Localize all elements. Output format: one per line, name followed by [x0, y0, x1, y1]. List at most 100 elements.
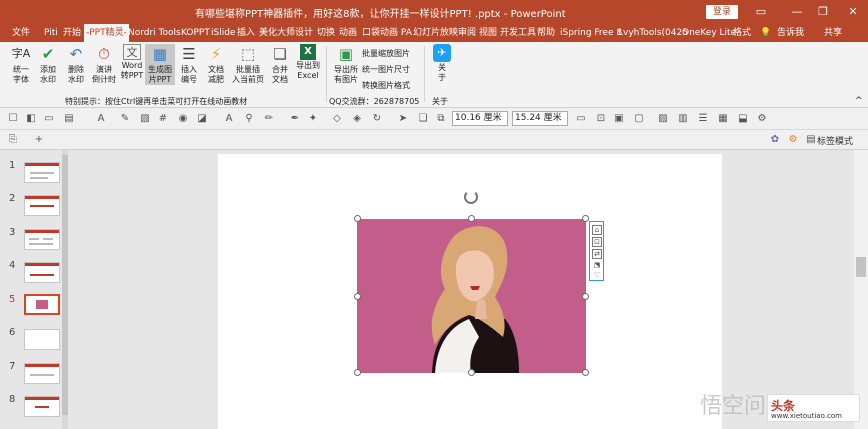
circle-icon[interactable]: ◉	[176, 112, 190, 126]
slide-thumbnail[interactable]	[24, 396, 60, 417]
maximize-button[interactable]: ❐	[806, 0, 840, 24]
tab-developer[interactable]: 开发工具	[498, 24, 538, 42]
resize-handle[interactable]	[582, 369, 589, 376]
tab-lvyhtools[interactable]: LvyhTools(0425	[616, 24, 690, 42]
resize-handle[interactable]	[354, 369, 361, 376]
slide-thumbnail[interactable]	[24, 195, 60, 216]
resize-handle[interactable]	[468, 369, 475, 376]
resize-handle[interactable]	[468, 215, 475, 222]
rotate-icon[interactable]: ↻	[370, 112, 384, 126]
countdown-button[interactable]: ⏱ 演讲 倒计时	[89, 44, 119, 85]
layers-icon[interactable]: ❏	[416, 112, 430, 126]
batch-insert-button[interactable]: ⬚ 批量插 入当前页	[230, 44, 266, 85]
unify-font-button[interactable]: 字A 统一 字体	[6, 44, 36, 85]
shape-icon[interactable]: ◇	[330, 112, 344, 126]
plus-icon[interactable]: +	[32, 133, 46, 147]
tab-onekey[interactable]: OneKey Lite	[680, 24, 738, 42]
merge-doc-button[interactable]: ❏ 合并 文档	[265, 44, 295, 85]
batch-zoom-button[interactable]: 批量缩放图片	[362, 48, 410, 59]
slim-document-button[interactable]: ⚡ 文档 减肥	[201, 44, 231, 85]
thumbnail-scrollbar-thumb[interactable]	[62, 155, 68, 415]
order-icon[interactable]: ⬓	[736, 112, 750, 126]
remove-watermark-button[interactable]: ↶ 删除 水印	[61, 44, 91, 85]
width-input[interactable]: 10.16 厘米	[452, 111, 508, 126]
tool-icon[interactable]: ◧	[24, 112, 38, 126]
slide-thumbnail[interactable]	[24, 229, 60, 250]
tab-islide[interactable]: iSlide	[209, 24, 237, 42]
tab-piti[interactable]: Piti	[42, 24, 60, 42]
tab-meihua[interactable]: 美化大师	[257, 24, 297, 42]
resize-handle[interactable]	[582, 293, 589, 300]
tab-file[interactable]: 文件	[10, 24, 32, 42]
lock-ratio-icon[interactable]: ▭	[574, 112, 588, 126]
tab-ppt-jingling[interactable]: -PPT精灵-	[84, 24, 129, 42]
resize-handle[interactable]	[582, 215, 589, 222]
line-color-icon[interactable]: ✏	[262, 112, 276, 126]
tab-home[interactable]: 开始	[61, 24, 83, 42]
close-button[interactable]: ✕	[836, 0, 868, 24]
share-button[interactable]: 共享	[822, 24, 844, 42]
collapse-ribbon-icon[interactable]: ^	[855, 96, 863, 106]
tab-animations[interactable]: 动画	[337, 24, 359, 42]
shape2-icon[interactable]: ◈	[350, 112, 364, 126]
slide-thumbnail[interactable]	[24, 262, 60, 283]
resize-handle[interactable]	[354, 215, 361, 222]
pen-icon[interactable]: ✒	[288, 112, 302, 126]
tab-slideshow[interactable]: 幻灯片放映	[411, 24, 460, 42]
heart-icon[interactable]: ♡	[592, 271, 602, 281]
tab-design[interactable]: 设计	[293, 24, 315, 42]
slide-thumbnail[interactable]	[24, 162, 60, 183]
height-input[interactable]: 15.24 厘米	[512, 111, 568, 126]
crop-icon[interactable]: ⊡	[592, 237, 602, 247]
tab-insert[interactable]: 插入	[235, 24, 257, 42]
tab-format[interactable]: 格式	[731, 24, 753, 42]
grid-icon[interactable]: #	[156, 112, 170, 126]
arrow-icon[interactable]: ➤	[396, 112, 410, 126]
tab-pocket-animation[interactable]: 口袋动画 PA	[360, 24, 414, 42]
convert-format-button[interactable]: 转换图片格式	[362, 80, 410, 91]
slide-thumbnail-active[interactable]	[24, 294, 60, 315]
text-icon[interactable]: A	[94, 112, 108, 126]
gear-icon[interactable]: ⚙	[786, 133, 800, 147]
border-icon[interactable]: ▢	[632, 112, 646, 126]
login-button[interactable]: 登录	[706, 5, 738, 19]
insert-number-button[interactable]: ☰ 插入 编号	[174, 44, 204, 85]
pin-icon[interactable]: ☐	[6, 112, 20, 126]
layout-icon[interactable]: ▤	[62, 112, 76, 126]
font-color-icon[interactable]: A	[222, 112, 236, 126]
about-button[interactable]: ✈ 关于	[427, 44, 457, 83]
vertical-scrollbar-thumb[interactable]	[856, 257, 866, 277]
group-icon[interactable]: ⧉	[434, 112, 448, 126]
tell-me[interactable]: 告诉我	[775, 24, 806, 42]
slide-thumbnail[interactable]	[24, 329, 60, 350]
tag-icon[interactable]: ▤	[804, 133, 818, 147]
layout-options-icon[interactable]: ⌂	[592, 225, 602, 235]
vertical-scrollbar[interactable]	[854, 150, 868, 429]
selected-photo[interactable]	[357, 219, 586, 373]
tab-view[interactable]: 视图	[477, 24, 499, 42]
slide-thumbnail[interactable]	[24, 363, 60, 384]
eyedropper-icon[interactable]: ⚲	[242, 112, 256, 126]
export-images-button[interactable]: ▣ 导出所 有图片	[331, 44, 361, 85]
rotate-handle[interactable]	[464, 190, 478, 204]
replace-icon[interactable]: ⇄	[592, 249, 602, 259]
export-excel-button[interactable]: X 导出到 Excel	[293, 44, 323, 81]
style-icon[interactable]: ⬔	[592, 261, 602, 271]
picture2-icon[interactable]: ▨	[656, 112, 670, 126]
puzzle-icon[interactable]: ✿	[768, 133, 782, 147]
frame-icon[interactable]: ▣	[612, 112, 626, 126]
tab-review[interactable]: 审阅	[456, 24, 478, 42]
effects-icon[interactable]: ✦	[306, 112, 320, 126]
tab-nordri-tools[interactable]: Nordri Tools	[126, 24, 183, 42]
unify-size-button[interactable]: 统一图片尺寸	[362, 64, 410, 75]
word-to-ppt-button[interactable]: 文 Word 转PPT	[117, 44, 147, 81]
add-watermark-button[interactable]: ✔ 添加 水印	[33, 44, 63, 85]
clipboard-icon[interactable]: ⎘	[6, 133, 20, 147]
settings-icon[interactable]: ⚙	[755, 112, 769, 126]
align2-icon[interactable]: ☰	[696, 112, 710, 126]
label-mode-button[interactable]: 标签模式	[817, 134, 853, 147]
tab-help[interactable]: 帮助	[535, 24, 557, 42]
tab-koppt[interactable]: KOPPT	[179, 24, 212, 42]
fill-color-icon[interactable]: ◪	[195, 112, 209, 126]
align-icon[interactable]: ▭	[42, 112, 56, 126]
